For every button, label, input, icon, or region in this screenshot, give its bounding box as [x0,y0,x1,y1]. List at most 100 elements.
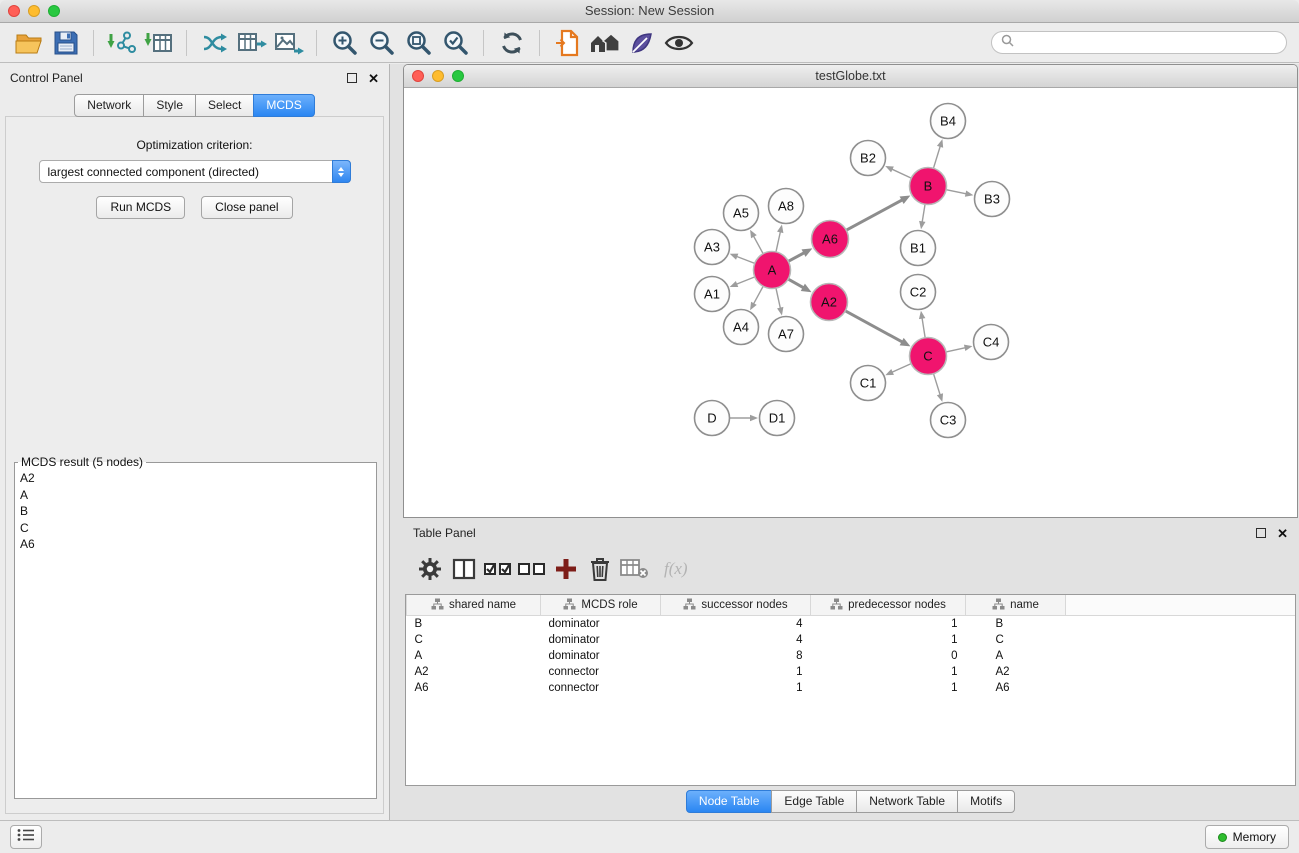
function-builder-icon[interactable]: f(x) [664,559,688,579]
node-C2[interactable]: C2 [901,275,936,310]
node-C4[interactable]: C4 [974,325,1009,360]
node-D1[interactable]: D1 [760,401,795,436]
table-cell[interactable]: B [966,616,1066,633]
table-row[interactable]: Cdominator41C [407,632,1296,648]
table-cell[interactable]: A6 [966,680,1066,696]
node-A1[interactable]: A1 [695,277,730,312]
node-A3[interactable]: A3 [695,230,730,265]
table-cell[interactable]: 1 [811,632,966,648]
table-cell[interactable]: 0 [811,648,966,664]
delete-table-icon[interactable] [617,554,651,584]
table-cell[interactable]: dominator [541,648,661,664]
table-cell[interactable]: connector [541,680,661,696]
network-close-button[interactable] [412,70,424,82]
close-panel-icon[interactable]: ✕ [368,72,379,85]
table-cell[interactable]: 8 [661,648,811,664]
float-panel-icon[interactable] [347,73,357,83]
save-session-icon[interactable] [47,27,84,59]
node-A5[interactable]: A5 [724,196,759,231]
node-A2[interactable]: A2 [811,284,848,321]
table-row[interactable]: Adominator80A [407,648,1296,664]
table-tab-motifs[interactable]: Motifs [957,790,1015,813]
zoom-out-icon[interactable] [363,27,400,59]
deselect-all-rows-icon[interactable] [515,554,549,584]
zoom-fit-icon[interactable] [400,27,437,59]
close-window-button[interactable] [8,5,20,17]
table-tab-edge-table[interactable]: Edge Table [771,790,857,813]
delete-column-icon[interactable] [583,554,617,584]
table-cell[interactable]: dominator [541,616,661,633]
eye-icon[interactable] [660,27,697,59]
node-A[interactable]: A [754,252,791,289]
table-cell[interactable]: C [966,632,1066,648]
edge-A-A6[interactable] [788,248,812,261]
zoom-window-button[interactable] [48,5,60,17]
table-cell[interactable]: 4 [661,616,811,633]
edge-C-C4[interactable] [946,345,972,352]
export-table-icon[interactable] [233,27,270,59]
edge-A2-C[interactable] [845,311,910,347]
control-tab-network[interactable]: Network [74,94,144,117]
close-panel-button[interactable]: Close panel [201,196,292,219]
network-canvas[interactable]: B4B2BB3A5A8A6A3B1AC2A1A2A4A7C4CC1DD1C3 [404,88,1297,517]
table-cell[interactable]: 1 [811,664,966,680]
table-cell[interactable]: C [407,632,541,648]
node-B3[interactable]: B3 [975,182,1010,217]
column-header-successor-nodes[interactable]: successor nodes [661,595,811,616]
edge-B-B4[interactable] [933,139,943,168]
edge-A-A3[interactable] [730,254,755,264]
network-minimize-button[interactable] [432,70,444,82]
mcds-result-item[interactable]: B [15,503,376,520]
node-C1[interactable]: C1 [851,366,886,401]
node-B2[interactable]: B2 [851,141,886,176]
search-box[interactable] [991,31,1287,54]
edge-A-A1[interactable] [730,277,755,287]
node-C3[interactable]: C3 [931,403,966,438]
edge-B-B1[interactable] [919,204,925,229]
table-cell[interactable]: A6 [407,680,541,696]
control-tab-select[interactable]: Select [195,94,254,117]
edge-C-C3[interactable] [934,374,944,402]
dropdown-stepper-icon[interactable] [332,160,351,183]
task-history-button[interactable] [10,825,42,849]
column-header-predecessor-nodes[interactable]: predecessor nodes [811,595,966,616]
edge-A-A2[interactable] [788,279,811,292]
table-cell[interactable]: dominator [541,632,661,648]
export-image-icon[interactable] [270,27,307,59]
node-D[interactable]: D [695,401,730,436]
table-cell[interactable]: 4 [661,632,811,648]
node-A4[interactable]: A4 [724,310,759,345]
table-tab-node-table[interactable]: Node Table [686,790,773,813]
control-tab-style[interactable]: Style [143,94,196,117]
table-cell[interactable]: 1 [811,616,966,633]
node-A8[interactable]: A8 [769,189,804,224]
column-header-shared-name[interactable]: shared name [407,595,541,616]
table-tab-network-table[interactable]: Network Table [856,790,958,813]
table-cell[interactable]: A [407,648,541,664]
apply-layout-icon[interactable] [493,27,530,59]
edge-D-D1[interactable] [730,415,759,422]
node-B[interactable]: B [910,168,947,205]
copy-document-icon[interactable] [549,27,586,59]
table-cell[interactable]: 1 [661,680,811,696]
table-row[interactable]: Bdominator41B [407,616,1296,633]
search-input[interactable] [1019,35,1277,51]
table-settings-icon[interactable] [413,554,447,584]
node-C[interactable]: C [910,338,947,375]
table-row[interactable]: A6connector11A6 [407,680,1296,696]
export-network-icon[interactable] [196,27,233,59]
table-cell[interactable]: 1 [811,680,966,696]
import-network-icon[interactable] [103,27,140,59]
mcds-result-item[interactable]: C [15,520,376,537]
zoom-in-icon[interactable] [326,27,363,59]
edge-C-C2[interactable] [919,311,925,338]
close-table-panel-icon[interactable]: ✕ [1277,527,1288,540]
import-table-icon[interactable] [140,27,177,59]
table-cell[interactable]: 1 [661,664,811,680]
table-cell[interactable]: B [407,616,541,633]
node-A7[interactable]: A7 [769,317,804,352]
node-A6[interactable]: A6 [812,221,849,258]
control-tab-mcds[interactable]: MCDS [253,94,314,117]
zoom-selected-icon[interactable] [437,27,474,59]
table-cell[interactable]: A2 [966,664,1066,680]
